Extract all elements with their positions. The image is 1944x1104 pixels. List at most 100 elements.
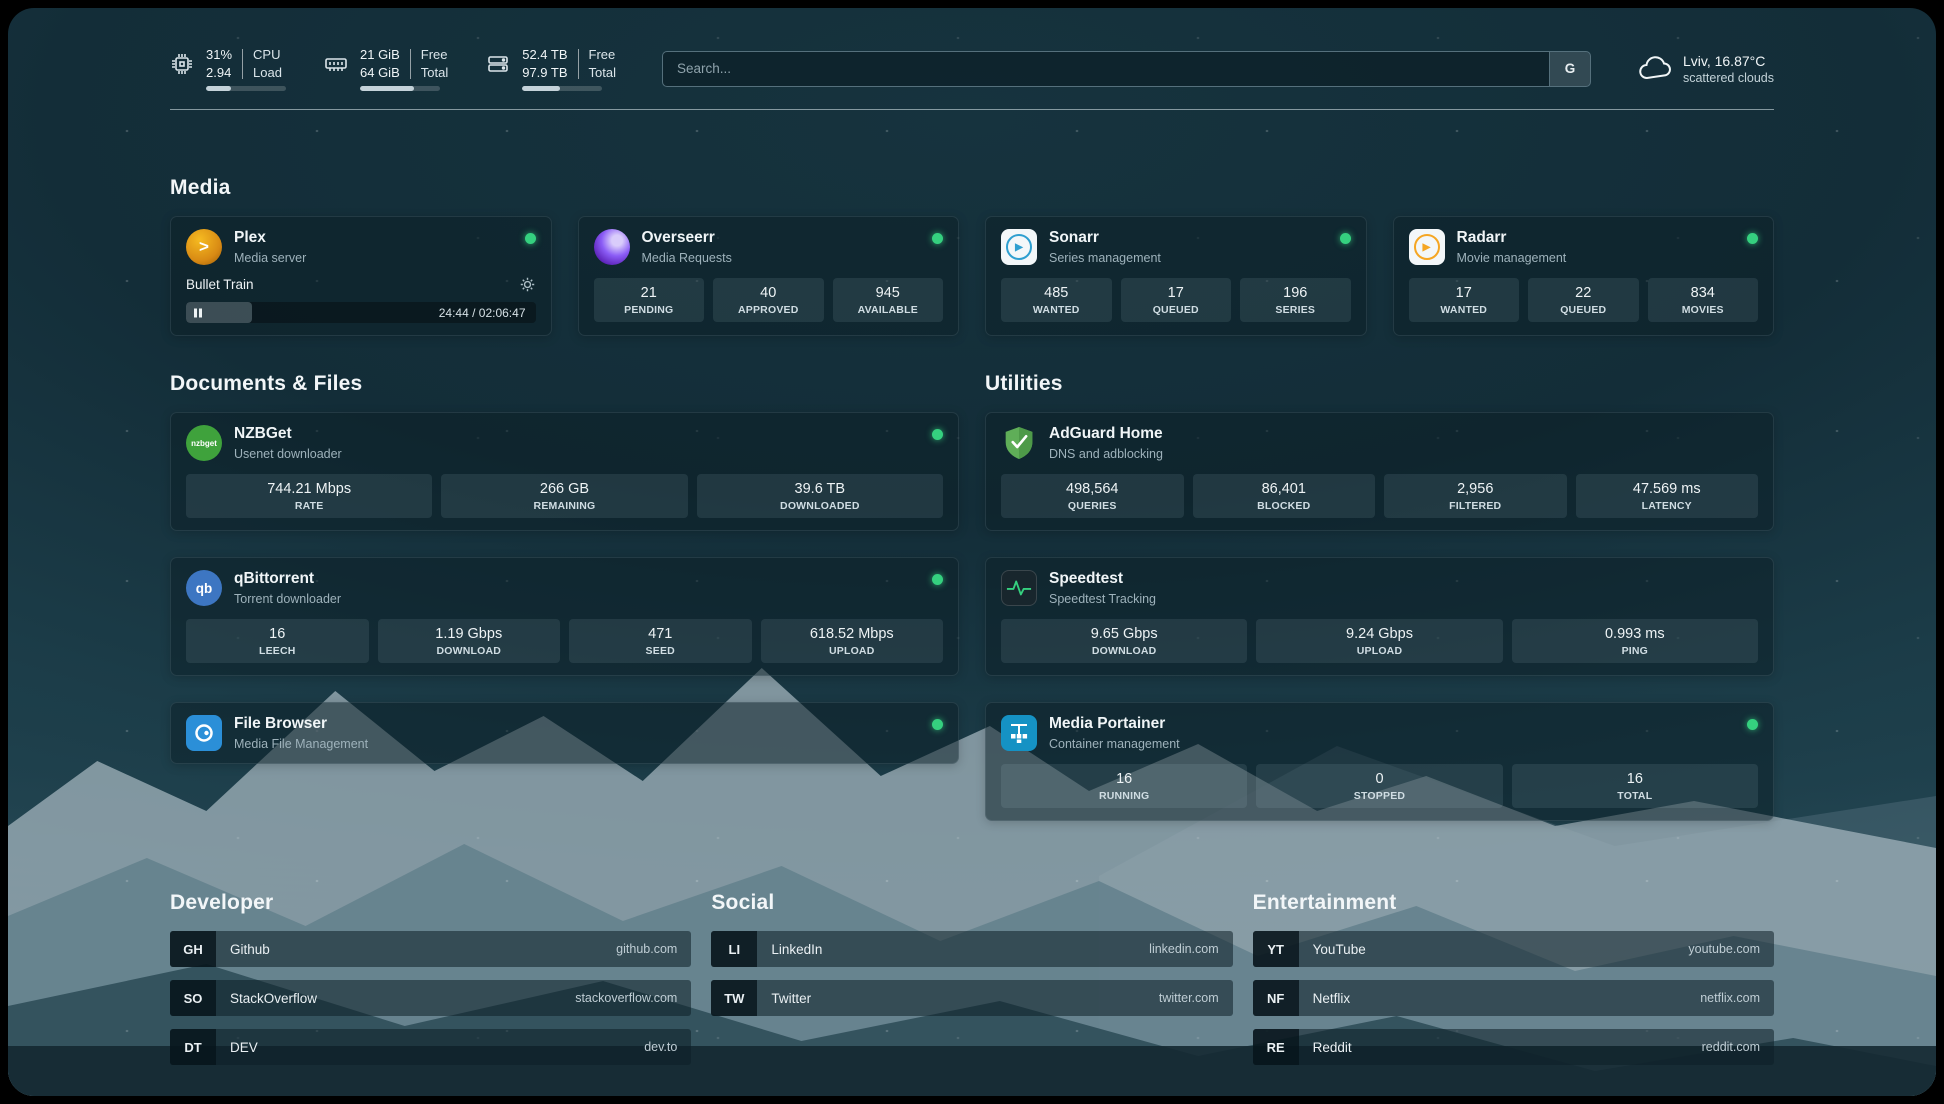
bookmark-name: Github [216, 931, 616, 967]
stat-queued: 17QUEUED [1121, 278, 1232, 322]
plex-now-playing: Bullet Train 24:44 / 02:06:47 [186, 276, 536, 323]
bookmark-dev[interactable]: DT DEV dev.to [170, 1029, 691, 1065]
bookmark-abbr: LI [711, 931, 757, 967]
topbar-divider [170, 109, 1774, 110]
status-dot [525, 233, 536, 244]
bookmark-name: Reddit [1299, 1029, 1702, 1065]
portainer-crane-icon [1001, 715, 1037, 751]
memory-metric: 21 GiB 64 GiB Free Total [324, 46, 448, 91]
card-adguard: AdGuard Home DNS and adblocking 498,564Q… [985, 412, 1774, 531]
drive-icon [486, 52, 510, 76]
now-playing-title: Bullet Train [186, 277, 254, 292]
weather-condition: scattered clouds [1683, 71, 1774, 85]
stat-queued: 22QUEUED [1528, 278, 1639, 322]
memory-total: 64 GiB [360, 64, 400, 82]
stat-latency: 47.569 msLATENCY [1576, 474, 1759, 518]
search-provider-button[interactable]: G [1549, 51, 1591, 87]
overseerr-app-link[interactable]: Overseerr Media Requests [594, 229, 944, 265]
filebrowser-icon [186, 715, 222, 751]
portainer-app-link[interactable]: Media Portainer Container management [1001, 715, 1758, 751]
search-bar: G [662, 51, 1591, 87]
app-name: NZBGet [234, 425, 342, 444]
gear-icon[interactable] [519, 276, 536, 293]
speedtest-app-link[interactable]: Speedtest Speedtest Tracking [1001, 570, 1758, 606]
divider [578, 49, 579, 79]
adguard-shield-icon [1001, 425, 1037, 461]
bookmark-url: netflix.com [1700, 980, 1774, 1016]
app-subtitle: Speedtest Tracking [1049, 592, 1156, 606]
bookmark-name: Netflix [1299, 980, 1701, 1016]
bookmark-abbr: GH [170, 931, 216, 967]
app-name: Sonarr [1049, 229, 1161, 248]
storage-total: 97.9 TB [522, 64, 567, 82]
app-subtitle: Series management [1049, 251, 1161, 265]
adguard-app-link[interactable]: AdGuard Home DNS and adblocking [1001, 425, 1758, 461]
stat-rate: 744.21 MbpsRATE [186, 474, 432, 518]
cpu-load: 2.94 [206, 64, 232, 82]
cpu-label-bottom: Load [253, 64, 282, 82]
section-utilities: Utilities AdGuard Home [985, 372, 1774, 821]
bookmark-name: Twitter [757, 980, 1159, 1016]
card-overseerr: Overseerr Media Requests 21PENDING 40APP… [578, 216, 960, 336]
nzbget-app-link[interactable]: nzbget NZBGet Usenet downloader [186, 425, 943, 461]
app-subtitle: Media Requests [642, 251, 732, 265]
bookmark-github[interactable]: GH Github github.com [170, 931, 691, 967]
stat-upload: 9.24 GbpsUPLOAD [1256, 619, 1502, 663]
status-dot [1340, 233, 1351, 244]
stat-upload: 618.52 MbpsUPLOAD [761, 619, 944, 663]
plex-icon: > [186, 229, 222, 265]
qbittorrent-icon: qb [186, 570, 222, 606]
storage-free: 52.4 TB [522, 46, 567, 64]
stat-leech: 16LEECH [186, 619, 369, 663]
storage-progress-bar [522, 86, 602, 91]
section-title-developer: Developer [170, 891, 691, 915]
memory-progress-bar [360, 86, 440, 91]
app-subtitle: Media File Management [234, 737, 368, 751]
bookmark-youtube[interactable]: YT YouTube youtube.com [1253, 931, 1774, 967]
sonarr-app-link[interactable]: ▶ Sonarr Series management [1001, 229, 1351, 265]
card-radarr: ▶ Radarr Movie management 17WANTED 22QUE… [1393, 216, 1775, 336]
overseerr-icon [594, 229, 630, 265]
bookmarks-social: Social LI LinkedIn linkedin.com TW Twitt… [711, 891, 1232, 1078]
bookmark-reddit[interactable]: RE Reddit reddit.com [1253, 1029, 1774, 1065]
card-plex: > Plex Media server Bullet Train [170, 216, 552, 336]
section-title-documents: Documents & Files [170, 372, 959, 396]
memory-free: 21 GiB [360, 46, 400, 64]
bookmark-stackoverflow[interactable]: SO StackOverflow stackoverflow.com [170, 980, 691, 1016]
bookmark-linkedin[interactable]: LI LinkedIn linkedin.com [711, 931, 1232, 967]
app-name: qBittorrent [234, 570, 341, 589]
card-speedtest: Speedtest Speedtest Tracking 9.65 GbpsDO… [985, 557, 1774, 676]
stat-available: 945AVAILABLE [833, 278, 944, 322]
section-title-entertainment: Entertainment [1253, 891, 1774, 915]
app-name: Overseerr [642, 229, 732, 248]
search-input[interactable] [662, 51, 1549, 87]
section-title-media: Media [170, 176, 1774, 200]
app-subtitle: Torrent downloader [234, 592, 341, 606]
nzbget-icon: nzbget [186, 425, 222, 461]
stat-filtered: 2,956FILTERED [1384, 474, 1567, 518]
bookmark-name: DEV [216, 1029, 644, 1065]
app-subtitle: Usenet downloader [234, 447, 342, 461]
stat-download: 1.19 GbpsDOWNLOAD [378, 619, 561, 663]
bookmark-twitter[interactable]: TW Twitter twitter.com [711, 980, 1232, 1016]
cpu-percent: 31% [206, 46, 232, 64]
filebrowser-app-link[interactable]: File Browser Media File Management [186, 715, 943, 751]
storage-label-bottom: Total [589, 64, 616, 82]
weather-widget: Lviv, 16.87°C scattered clouds [1637, 53, 1774, 85]
stat-queries: 498,564QUERIES [1001, 474, 1184, 518]
bookmarks-developer: Developer GH Github github.com SO StackO… [170, 891, 691, 1078]
radarr-app-link[interactable]: ▶ Radarr Movie management [1409, 229, 1759, 265]
pause-button[interactable] [194, 308, 202, 317]
card-filebrowser: File Browser Media File Management [170, 702, 959, 764]
bookmark-abbr: SO [170, 980, 216, 1016]
status-dot [1747, 719, 1758, 730]
app-name: Radarr [1457, 229, 1567, 248]
weather-location: Lviv, 16.87°C [1683, 53, 1774, 69]
radarr-icon: ▶ [1409, 229, 1445, 265]
bookmark-netflix[interactable]: NF Netflix netflix.com [1253, 980, 1774, 1016]
bookmark-url: reddit.com [1702, 1029, 1774, 1065]
qbittorrent-app-link[interactable]: qb qBittorrent Torrent downloader [186, 570, 943, 606]
bookmark-abbr: TW [711, 980, 757, 1016]
plex-app-link[interactable]: > Plex Media server [186, 229, 536, 265]
stat-download: 9.65 GbpsDOWNLOAD [1001, 619, 1247, 663]
